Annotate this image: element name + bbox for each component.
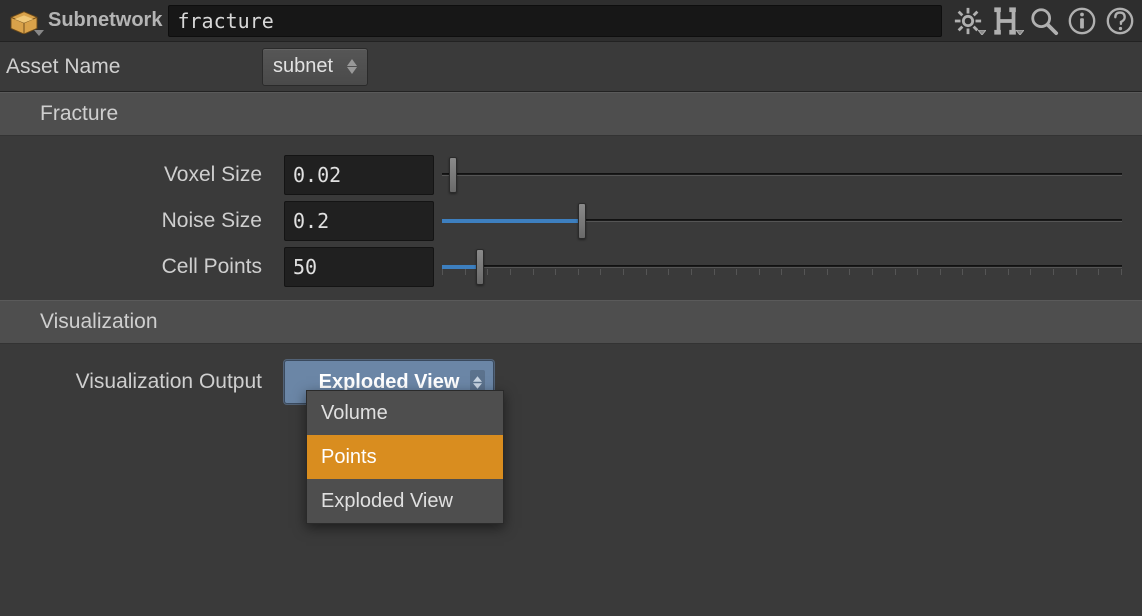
info-icon[interactable]: [1066, 5, 1098, 37]
cell-points-slider[interactable]: [442, 247, 1122, 287]
parameter-pane-header: Subnetwork: [0, 0, 1142, 42]
param-label: Visualization Output: [0, 360, 284, 394]
asset-name-row: Asset Name subnet: [0, 42, 1142, 92]
node-type-icon[interactable]: [6, 6, 42, 36]
dropdown-option-exploded-view[interactable]: Exploded View: [307, 479, 503, 523]
param-label: Cell Points: [0, 255, 284, 279]
param-row-noise-size: Noise Size: [0, 198, 1122, 244]
asset-name-select[interactable]: subnet: [262, 48, 368, 86]
dropdown-option-points[interactable]: Points: [307, 435, 503, 479]
param-label: Noise Size: [0, 209, 284, 233]
spinner-arrows-icon: [347, 59, 357, 74]
houdini-h-icon[interactable]: [990, 5, 1022, 37]
cell-points-input[interactable]: [284, 247, 434, 287]
visualization-output-dropdown: Volume Points Exploded View: [306, 390, 504, 524]
help-icon[interactable]: [1104, 5, 1136, 37]
group-header-visualization[interactable]: Visualization: [0, 300, 1142, 344]
asset-name-value: subnet: [273, 55, 333, 78]
param-label: Voxel Size: [0, 163, 284, 187]
param-row-viz-output: Visualization Output Exploded View Volum…: [0, 344, 1142, 404]
voxel-size-slider[interactable]: [442, 155, 1122, 195]
noise-size-input[interactable]: [284, 201, 434, 241]
param-row-voxel-size: Voxel Size: [0, 152, 1122, 198]
chevron-down-icon: [34, 19, 44, 42]
node-type-label: Subnetwork: [48, 9, 162, 32]
asset-name-label: Asset Name: [6, 55, 262, 79]
voxel-size-input[interactable]: [284, 155, 434, 195]
group-header-fracture[interactable]: Fracture: [0, 92, 1142, 136]
noise-size-slider[interactable]: [442, 201, 1122, 241]
param-row-cell-points: Cell Points: [0, 244, 1122, 290]
search-icon[interactable]: [1028, 5, 1060, 37]
dropdown-option-volume[interactable]: Volume: [307, 391, 503, 435]
gear-icon[interactable]: [952, 5, 984, 37]
node-name-input[interactable]: [168, 5, 942, 37]
